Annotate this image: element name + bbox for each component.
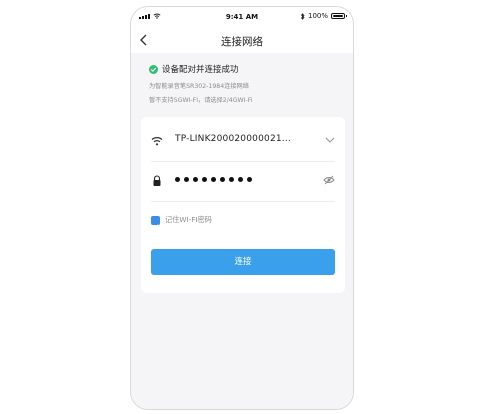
remember-password-checkbox[interactable]: 记住WI-FI密码 — [151, 215, 212, 229]
status-right: 100% — [300, 12, 347, 20]
battery-percent: 100% — [307, 12, 328, 20]
page-title: 连接网络 — [221, 36, 263, 48]
connect-button[interactable]: 连接 — [151, 249, 335, 275]
success-text: 设备配对并连接成功 — [162, 65, 239, 75]
status-bar: 9:41 AM 100% — [131, 7, 353, 27]
battery-icon — [331, 13, 347, 19]
wifi-icon — [151, 137, 163, 146]
phone-frame: 9:41 AM 100% 连接网络 设备配对并连接成功 为智能录音笔SR302-… — [130, 6, 354, 410]
success-message: 设备配对并连接成功 — [149, 63, 239, 75]
remember-label: 记住WI-FI密码 — [165, 215, 212, 224]
check-circle-icon — [149, 64, 158, 74]
wifi-form-card: TP-LINK200020000021... ••••••••• — [141, 117, 345, 293]
eye-hidden-icon[interactable] — [323, 175, 335, 185]
main-content: 设备配对并连接成功 为智能录音笔SR302-1984连接网络 暂不支持5GWI-… — [131, 53, 353, 409]
lock-icon — [153, 175, 161, 186]
ssid-value: TP-LINK200020000021... — [175, 134, 291, 144]
bluetooth-icon — [300, 12, 305, 20]
password-mask — [175, 177, 252, 182]
hint-5g: 暂不支持5GWI-FI，请选择2/4GWI-Fi — [149, 97, 253, 104]
chevron-down-icon[interactable] — [325, 135, 335, 145]
ssid-selector[interactable]: TP-LINK200020000021... — [151, 121, 335, 162]
password-field[interactable]: ••••••••• — [151, 161, 335, 202]
checkbox-checked-icon[interactable] — [151, 215, 160, 229]
navigation-bar: 连接网络 — [131, 27, 353, 53]
hint-device: 为智能录音笔SR302-1984连接网络 — [149, 83, 249, 90]
